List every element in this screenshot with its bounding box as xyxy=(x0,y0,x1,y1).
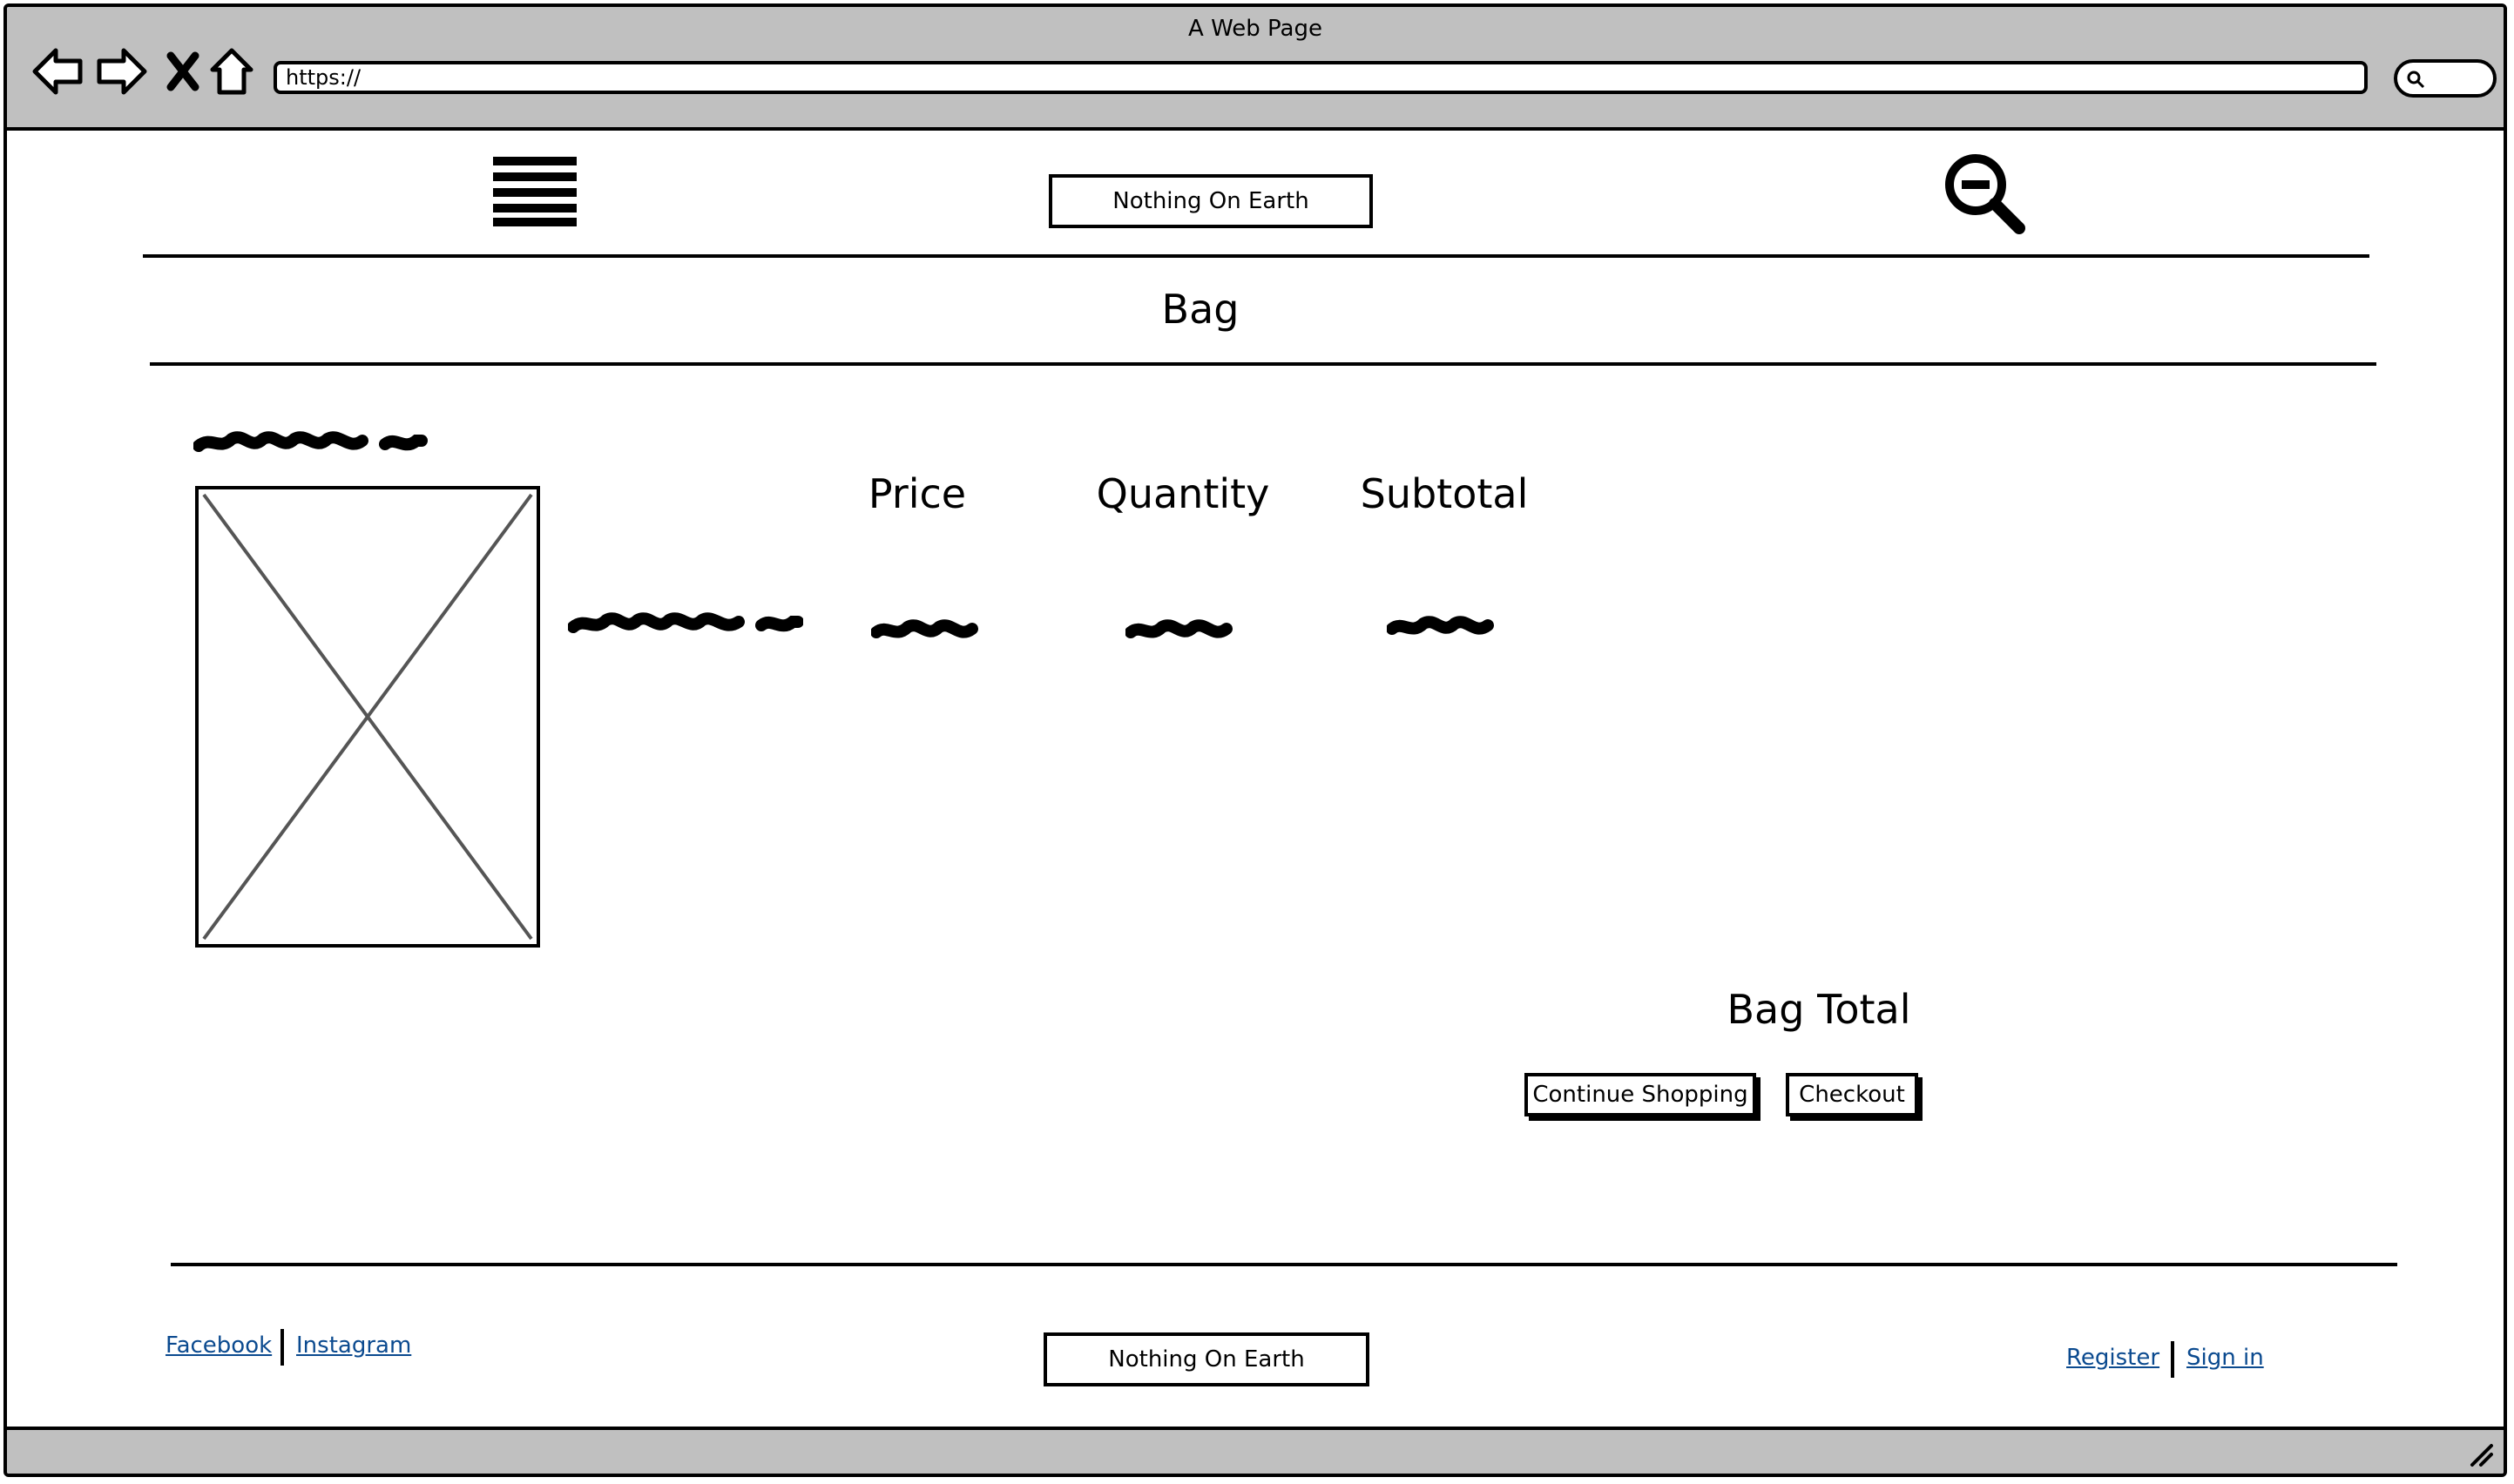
price-column-header: Price xyxy=(868,470,967,517)
social-separator xyxy=(280,1329,284,1366)
browser-status-bar xyxy=(7,1427,2504,1474)
continue-shopping-button[interactable]: Continue Shopping xyxy=(1524,1073,1756,1116)
close-icon[interactable] xyxy=(162,45,204,98)
title-divider xyxy=(150,362,2376,366)
subtotal-column-header: Subtotal xyxy=(1360,470,1529,517)
item-name-scribble xyxy=(568,612,803,633)
forward-arrow-icon[interactable] xyxy=(94,45,150,98)
checkout-label: Checkout xyxy=(1799,1082,1905,1108)
browser-toolbar: A Web Page https:// xyxy=(7,7,2504,131)
register-link[interactable]: Register xyxy=(2066,1345,2159,1371)
window-title: A Web Page xyxy=(1188,16,1322,42)
browser-search-field[interactable] xyxy=(2394,59,2497,98)
item-title-scribble xyxy=(193,431,428,452)
zoom-out-icon[interactable] xyxy=(1943,152,2026,235)
checkout-button[interactable]: Checkout xyxy=(1786,1073,1918,1116)
instagram-link[interactable]: Instagram xyxy=(296,1332,411,1359)
page-title: Bag xyxy=(1161,286,1240,333)
home-icon[interactable] xyxy=(209,45,254,98)
footer-logo-text: Nothing On Earth xyxy=(1108,1346,1305,1373)
continue-shopping-label: Continue Shopping xyxy=(1532,1082,1748,1108)
header-logo-text: Nothing On Earth xyxy=(1112,188,1309,214)
header-divider xyxy=(143,254,2369,258)
bag-total-label: Bag Total xyxy=(1727,986,1911,1033)
resize-grip-icon[interactable] xyxy=(2467,1440,2495,1468)
quantity-value-scribble xyxy=(1125,619,1233,638)
search-icon xyxy=(2407,71,2425,89)
url-input[interactable]: https:// xyxy=(274,61,2368,94)
quantity-column-header: Quantity xyxy=(1096,470,1270,517)
footer-divider xyxy=(171,1263,2397,1266)
back-arrow-icon[interactable] xyxy=(30,45,85,98)
header-logo[interactable]: Nothing On Earth xyxy=(1049,174,1373,228)
account-separator xyxy=(2171,1341,2174,1378)
sign-in-link[interactable]: Sign in xyxy=(2186,1345,2264,1371)
product-image-placeholder xyxy=(195,486,540,948)
browser-window: A Web Page https:// Nothing On Earth Bag… xyxy=(3,3,2507,1477)
hamburger-menu-icon[interactable] xyxy=(491,155,578,226)
facebook-link[interactable]: Facebook xyxy=(166,1332,272,1359)
subtotal-value-scribble xyxy=(1387,616,1494,635)
footer-logo[interactable]: Nothing On Earth xyxy=(1044,1332,1369,1386)
price-value-scribble xyxy=(871,619,978,638)
